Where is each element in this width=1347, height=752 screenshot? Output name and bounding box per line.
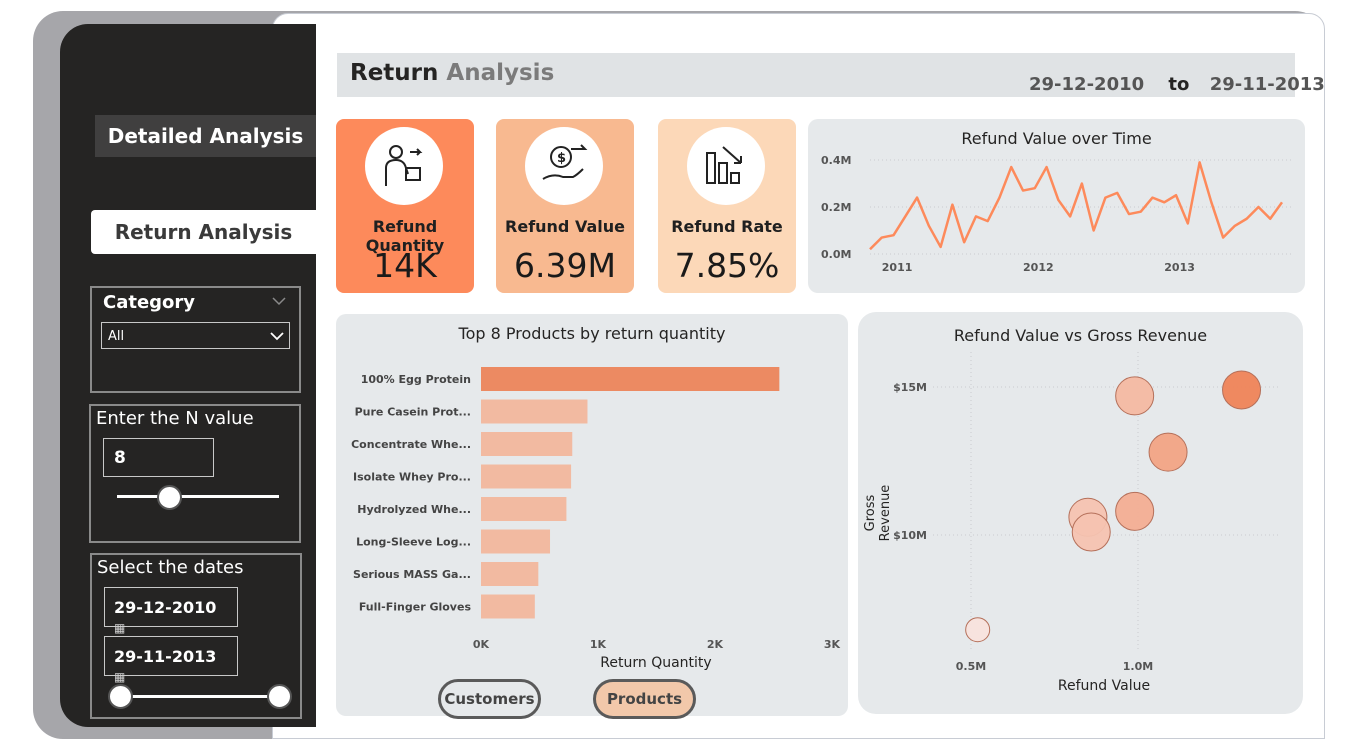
kpi-refund-quantity-card: Refund Quantity 14K: [336, 119, 474, 293]
n-value-slider-track[interactable]: [117, 495, 279, 498]
date-range-title: Select the dates: [97, 557, 244, 578]
bar: [481, 464, 572, 489]
x-tick-label: 1.0M: [1123, 660, 1153, 673]
chevron-down-icon[interactable]: [272, 296, 286, 306]
kpi-icon-circle: [365, 127, 443, 205]
x-tick-label: 2013: [1164, 261, 1195, 274]
y-tick-label: 0.0M: [821, 248, 851, 261]
bar: [481, 367, 780, 391]
x-tick-label: 1K: [590, 638, 607, 651]
chevron-down-icon: [270, 332, 284, 341]
kpi-refund-value-card: $ Refund Value 6.39M: [496, 119, 634, 293]
kpi-value: 7.85%: [674, 246, 780, 285]
header-date-from: 29-12-2010: [1029, 74, 1145, 95]
x-tick-label: 0.5M: [956, 660, 986, 673]
start-date-value: 29-12-2010: [114, 598, 217, 617]
header-date-to-word: to: [1168, 74, 1190, 95]
bar-category-label: Isolate Whey Pro...: [353, 471, 471, 484]
date-slider-end-thumb[interactable]: [267, 684, 292, 709]
kpi-value: 6.39M: [514, 246, 616, 285]
svg-text:$: $: [557, 151, 566, 166]
kpi-label: Refund Rate: [671, 217, 783, 236]
refund-vs-revenue-chart: $15M $10M 0.5M 1.0M: [893, 352, 1278, 673]
bar: [481, 529, 551, 554]
nav-return-analysis-button[interactable]: Return Analysis: [91, 210, 316, 254]
end-date-value: 29-11-2013: [114, 647, 217, 666]
person-box-icon: [385, 145, 423, 186]
n-value-slider-thumb[interactable]: [156, 485, 182, 510]
scatter-point: [1071, 512, 1111, 552]
page-title-bold: Return: [350, 60, 439, 86]
scatter-point: [1148, 432, 1188, 472]
bar: [481, 497, 567, 521]
x-tick-label: 2K: [707, 638, 724, 651]
kpi-icon-circle: $: [525, 127, 603, 205]
calendar-icon[interactable]: ▦: [114, 670, 125, 684]
end-date-input[interactable]: 29-11-2013 ▦: [104, 636, 238, 684]
page-title-light: Analysis: [446, 60, 555, 86]
calendar-icon[interactable]: ▦: [114, 621, 125, 635]
header-date-to: 29-11-2013: [1209, 74, 1325, 95]
scatter-point: [1222, 370, 1262, 410]
kpi-refund-rate-card: Refund Rate 7.85%: [658, 119, 796, 293]
money-hand-icon: $: [542, 144, 588, 180]
n-value-input[interactable]: 8: [103, 438, 214, 477]
y-tick-label: 0.4M: [821, 154, 851, 167]
x-tick-label: 2011: [882, 261, 913, 274]
date-slider-start-thumb[interactable]: [108, 684, 133, 709]
declining-bars-icon: [706, 146, 742, 184]
n-value-title: Enter the N value: [96, 408, 254, 429]
scatter-y-axis-label: Gross Revenue: [863, 484, 893, 542]
category-selected-value: All: [108, 329, 125, 344]
nav-detailed-analysis-button[interactable]: Detailed Analysis: [95, 115, 316, 157]
bar-category-label: Long-Sleeve Log...: [356, 536, 471, 549]
bar: [481, 399, 588, 424]
page-title: Return Analysis: [350, 60, 554, 86]
y-tick-label: 0.2M: [821, 201, 851, 214]
bar: [481, 432, 573, 456]
category-title: Category: [103, 292, 196, 313]
scatter-point: [965, 617, 991, 643]
refund-over-time-chart: 0.0M 0.2M 0.4M 2011 2012 2013: [821, 154, 1292, 274]
category-dropdown[interactable]: All: [101, 322, 290, 349]
x-tick-label: 0K: [473, 638, 490, 651]
bar-category-label: 100% Egg Protein: [361, 373, 471, 386]
kpi-value: 14K: [373, 246, 437, 285]
scatter-point: [1115, 491, 1155, 531]
bar-category-label: Serious MASS Ga...: [353, 568, 471, 581]
bar-category-label: Hydrolyzed Whe...: [357, 503, 471, 516]
bar-category-label: Concentrate Whe...: [351, 438, 471, 451]
date-slider-track[interactable]: [120, 695, 280, 698]
start-date-input[interactable]: 29-12-2010 ▦: [104, 587, 238, 635]
bar: [481, 594, 535, 619]
y-tick-label: $15M: [893, 381, 927, 394]
kpi-icon-circle: [687, 127, 765, 205]
x-tick-label: 2012: [1023, 261, 1054, 274]
bar: [481, 562, 539, 586]
scatter-point: [1115, 376, 1155, 416]
kpi-label: Refund Value: [505, 217, 625, 236]
scatter-x-axis-label: Refund Value: [1057, 678, 1151, 694]
products-toggle-button[interactable]: Products: [593, 679, 696, 719]
bar-category-label: Pure Casein Prot...: [355, 406, 471, 419]
y-tick-label: $10M: [893, 529, 927, 542]
customers-toggle-button[interactable]: Customers: [438, 679, 541, 719]
x-tick-label: 3K: [824, 638, 841, 651]
bar-category-label: Full-Finger Gloves: [359, 601, 472, 614]
series-line: [869, 161, 1284, 251]
header-date-range: 29-12-2010 to 29-11-2013: [1029, 74, 1325, 95]
